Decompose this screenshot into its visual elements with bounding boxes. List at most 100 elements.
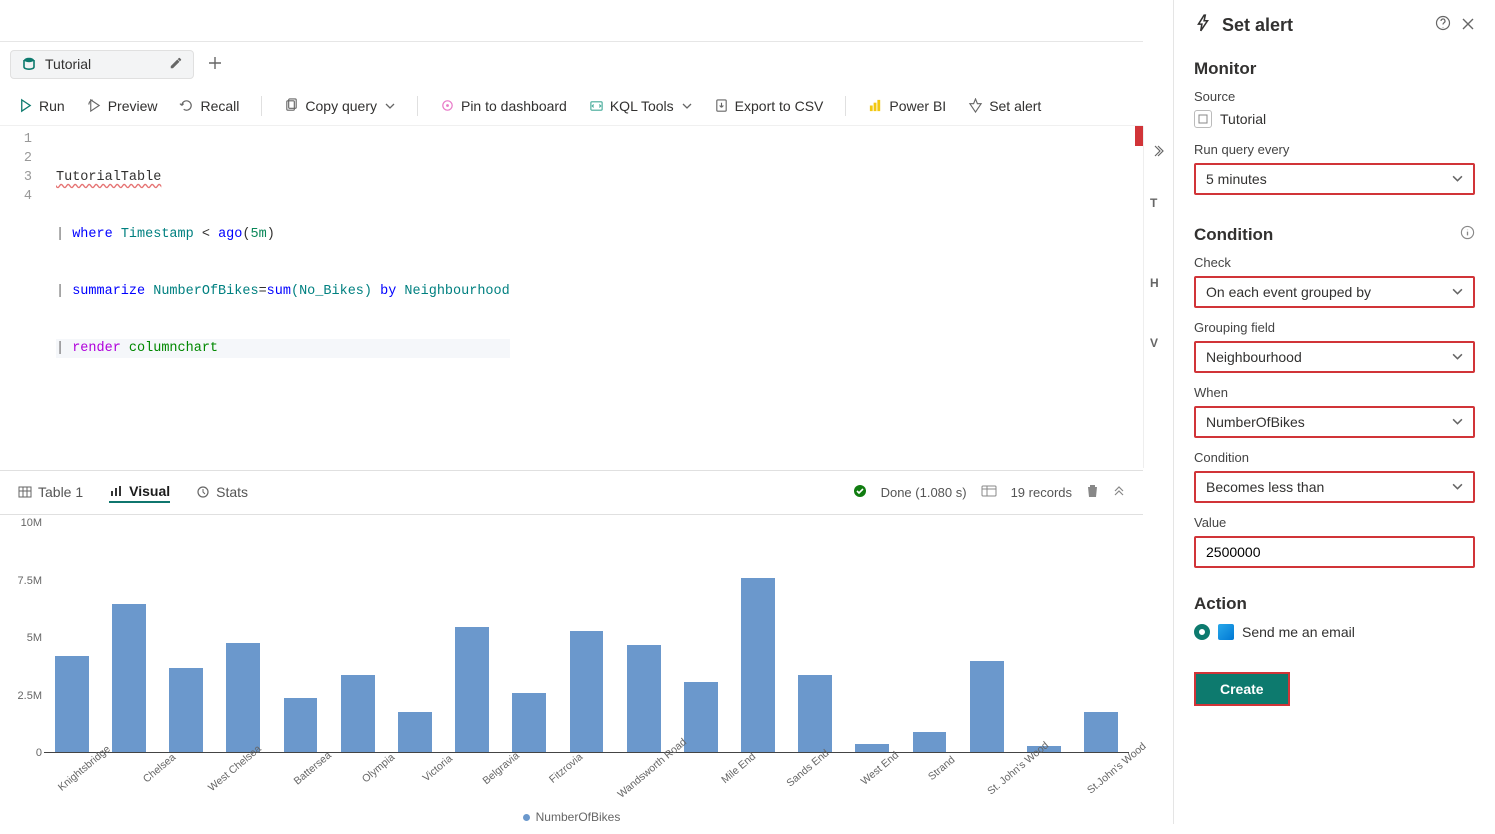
rename-tab-icon[interactable] [169,56,183,73]
results-tab-table-label: Table 1 [38,484,83,500]
create-button[interactable]: Create [1194,672,1290,706]
column-chart: 02.5M5M7.5M10M [44,523,1129,753]
source-value: Tutorial [1220,111,1266,127]
chart-bar [1084,712,1118,753]
run-every-dropdown[interactable]: 5 minutes [1194,163,1475,195]
x-tick-label: Chelsea [141,751,206,818]
export-csv-button[interactable]: Export to CSV [714,98,824,114]
chart-bar [970,661,1004,753]
editor-gutter: 1234 [0,126,44,470]
delete-icon[interactable] [1086,484,1099,501]
chart-bar [627,645,661,753]
query-toolbar: Run Preview Recall Copy query Pin to das… [0,86,1143,126]
help-icon[interactable] [1435,15,1451,36]
chart-bar [512,693,546,753]
cond-dropdown[interactable]: Becomes less than [1194,471,1475,503]
top-breadcrumb-strip [0,0,1143,42]
chevron-down-icon [1452,479,1463,495]
y-tick-label: 7.5M [18,575,42,587]
chart-bar [798,675,832,753]
info-icon[interactable] [1460,225,1475,245]
power-bi-label: Power BI [889,98,946,114]
action-heading: Action [1194,594,1475,614]
chart-pane: 02.5M5M7.5M10M KnightsbridgeChelseaWest … [0,515,1143,830]
x-tick-label: Strand [926,754,985,816]
radio-selected-icon [1194,624,1210,640]
add-tab-button[interactable] [202,50,228,79]
set-alert-toolbar-label: Set alert [989,98,1041,114]
query-tab-tutorial[interactable]: Tutorial [10,50,194,79]
chart-bar [684,682,718,753]
cond-value: Becomes less than [1206,479,1324,495]
x-tick-label: Mile End [719,751,786,819]
pin-to-dashboard-button[interactable]: Pin to dashboard [440,98,567,114]
collapse-results-icon[interactable] [1113,485,1125,500]
run-button[interactable]: Run [18,98,65,114]
chart-bar [913,732,947,753]
y-tick-label: 5M [27,632,42,644]
run-label: Run [39,98,65,114]
action-email-option[interactable]: Send me an email [1194,624,1475,640]
chart-bar [570,631,604,753]
side-label-v: V [1150,336,1158,350]
check-dropdown[interactable]: On each event grouped by [1194,276,1475,308]
y-tick-label: 0 [36,747,42,759]
legend-dot-icon [523,814,530,821]
records-icon [981,485,997,500]
close-panel-icon[interactable] [1461,15,1475,36]
query-tab-label: Tutorial [45,56,91,72]
condition-heading: Condition [1194,225,1475,245]
panel-title: Set alert [1222,15,1293,36]
value-input[interactable] [1206,544,1463,560]
kql-tools-label: KQL Tools [610,98,674,114]
results-tab-visual-label: Visual [129,483,170,499]
grouping-label: Grouping field [1194,320,1475,335]
copy-query-button[interactable]: Copy query [284,98,395,114]
y-tick-label: 10M [21,517,42,529]
chevron-down-icon [1452,349,1463,365]
side-panel-collapsed: T H V [1143,126,1173,468]
queryset-icon [21,56,37,72]
chart-bar [226,643,260,753]
recall-label: Recall [200,98,239,114]
source-label: Source [1194,89,1475,104]
results-tab-table[interactable]: Table 1 [18,484,83,502]
check-value: On each event grouped by [1206,284,1371,300]
set-alert-toolbar-button[interactable]: Set alert [968,98,1041,114]
run-every-value: 5 minutes [1206,171,1267,187]
power-bi-button[interactable]: Power BI [868,98,946,114]
chevron-down-icon [682,98,692,114]
chart-bar [341,675,375,753]
when-dropdown[interactable]: NumberOfBikes [1194,406,1475,438]
kql-tools-button[interactable]: KQL Tools [589,98,692,114]
query-status-text: Done (1.080 s) [881,485,967,500]
value-input-wrapper[interactable] [1194,536,1475,568]
chevron-down-icon [1452,171,1463,187]
monitor-heading: Monitor [1194,59,1475,79]
outlook-icon [1218,624,1234,640]
check-label: Check [1194,255,1475,270]
when-label: When [1194,385,1475,400]
results-tab-stats[interactable]: Stats [196,484,248,502]
preview-button[interactable]: Preview [87,98,158,114]
create-button-label: Create [1220,681,1264,697]
kql-editor[interactable]: 1234 TutorialTable | where Timestamp < a… [0,126,1143,471]
chevron-down-icon [1452,414,1463,430]
when-value: NumberOfBikes [1206,414,1305,430]
editor-code[interactable]: TutorialTable | where Timestamp < ago(5m… [44,126,510,470]
preview-label: Preview [108,98,158,114]
grouping-dropdown[interactable]: Neighbourhood [1194,341,1475,373]
records-text: 19 records [1011,485,1072,500]
results-tab-visual[interactable]: Visual [109,483,170,503]
pin-label: Pin to dashboard [461,98,567,114]
x-tick-label: Fitzrovia [547,751,613,819]
y-tick-label: 2.5M [18,690,42,702]
recall-button[interactable]: Recall [179,98,239,114]
side-label-t: T [1150,196,1157,210]
editor-scroll-indicator [1135,126,1143,146]
expand-side-panel-icon[interactable] [1152,144,1166,161]
results-tab-stats-label: Stats [216,484,248,500]
chart-bar [112,604,146,754]
bolt-icon [1194,14,1212,37]
value-label: Value [1194,515,1475,530]
